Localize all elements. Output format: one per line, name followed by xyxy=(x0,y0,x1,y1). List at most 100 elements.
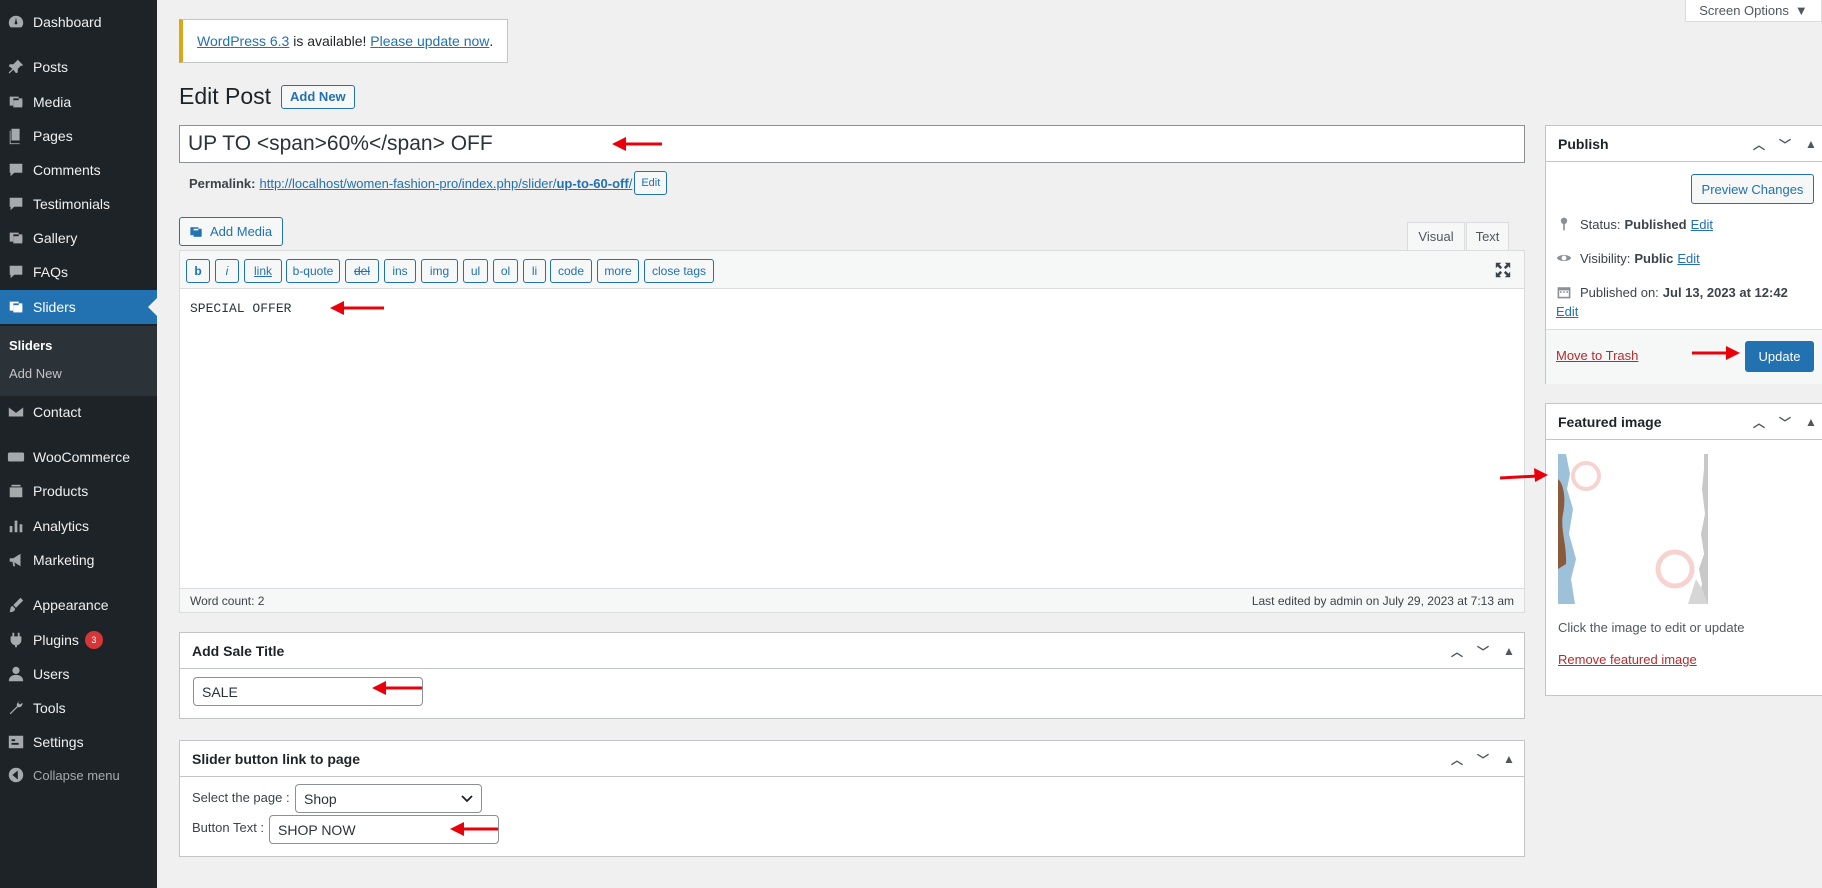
menu-plugins[interactable]: Plugins 3 xyxy=(0,623,157,657)
move-down-icon[interactable]: ﹀ xyxy=(1776,413,1794,431)
submenu-sliders[interactable]: Sliders xyxy=(9,338,52,353)
toggle-panel-icon[interactable]: ▲ xyxy=(1500,642,1518,660)
edit-status-link[interactable]: Edit xyxy=(1691,217,1713,232)
menu-appearance[interactable]: Appearance xyxy=(0,588,157,622)
menu-label: Media xyxy=(33,94,72,110)
add-new-button[interactable]: Add New xyxy=(281,84,355,109)
edit-visibility-link[interactable]: Edit xyxy=(1677,251,1699,266)
post-status-row: Status: Published Edit xyxy=(1556,216,1713,232)
menu-label: Comments xyxy=(33,162,101,178)
published-value: Jul 13, 2023 at 12:42 xyxy=(1662,284,1788,300)
permalink-link[interactable]: http://localhost/women-fashion-pro/index… xyxy=(259,176,632,191)
annotation-arrow xyxy=(372,681,422,695)
qt-ins-button[interactable]: ins xyxy=(384,259,416,283)
qt-close-tags-button[interactable]: close tags xyxy=(644,259,714,283)
qt-ul-button[interactable]: ul xyxy=(463,259,488,283)
menu-analytics[interactable]: Analytics xyxy=(0,509,157,543)
key-pin-icon xyxy=(1560,217,1568,231)
edit-date-link[interactable]: Edit xyxy=(1556,304,1578,319)
move-down-icon[interactable]: ﹀ xyxy=(1776,135,1794,153)
visibility-row: Visibility: Public Edit xyxy=(1556,250,1700,266)
menu-woocommerce[interactable]: WooCommerce xyxy=(0,440,157,474)
qt-li-button[interactable]: li xyxy=(523,259,546,283)
toggle-panel-icon[interactable]: ▲ xyxy=(1500,750,1518,768)
slider-button-header: Slider button link to page ︿ ﹀ ▲ xyxy=(180,741,1524,777)
menu-tools[interactable]: Tools xyxy=(0,691,157,725)
menu-label: Sliders xyxy=(33,299,76,315)
wordpress-version-link[interactable]: WordPress 6.3 xyxy=(197,33,289,49)
qt-img-button[interactable]: img xyxy=(421,259,458,283)
menu-testimonials[interactable]: Testimonials xyxy=(0,187,157,221)
editor-content[interactable]: SPECIAL OFFER xyxy=(190,301,291,316)
dashboard-icon xyxy=(6,12,26,32)
qt-bold-button[interactable]: b xyxy=(186,259,210,283)
menu-media[interactable]: Media xyxy=(0,85,157,119)
qt-bquote-button[interactable]: b-quote xyxy=(286,259,340,283)
update-now-link[interactable]: Please update now xyxy=(370,33,489,49)
move-to-trash-link[interactable]: Move to Trash xyxy=(1556,348,1638,363)
calendar-icon xyxy=(1557,287,1571,299)
qt-ol-button[interactable]: ol xyxy=(493,259,518,283)
annotation-arrow xyxy=(1692,346,1740,360)
tab-visual[interactable]: Visual xyxy=(1407,222,1465,251)
qt-code-button[interactable]: code xyxy=(550,259,592,283)
move-up-icon[interactable]: ︿ xyxy=(1448,750,1466,768)
add-media-label: Add Media xyxy=(210,224,273,239)
woo-icon xyxy=(6,447,26,467)
move-up-icon[interactable]: ︿ xyxy=(1750,135,1768,153)
menu-products[interactable]: Products xyxy=(0,474,157,508)
remove-featured-image-link[interactable]: Remove featured image xyxy=(1558,652,1697,667)
menu-contact[interactable]: Contact xyxy=(0,395,157,429)
menu-settings[interactable]: Settings xyxy=(0,725,157,759)
menu-label: Users xyxy=(33,666,70,682)
tab-text[interactable]: Text xyxy=(1466,222,1509,251)
menu-posts[interactable]: Posts xyxy=(0,50,157,84)
menu-users[interactable]: Users xyxy=(0,657,157,691)
preview-changes-button[interactable]: Preview Changes xyxy=(1691,174,1814,204)
admin-sidebar: Dashboard Posts Media Pages Comments Tes… xyxy=(0,0,157,888)
qt-more-button[interactable]: more xyxy=(597,259,639,283)
plugins-update-badge: 3 xyxy=(84,631,103,649)
move-down-icon[interactable]: ﹀ xyxy=(1474,642,1492,660)
settings-icon xyxy=(6,732,26,752)
qt-italic-button[interactable]: i xyxy=(215,259,239,283)
qt-link-button[interactable]: link xyxy=(244,259,282,283)
move-down-icon[interactable]: ﹀ xyxy=(1474,750,1492,768)
toggle-panel-icon[interactable]: ▲ xyxy=(1802,413,1820,431)
screen-options-label: Screen Options xyxy=(1699,2,1789,18)
featured-image-thumbnail[interactable] xyxy=(1558,454,1708,604)
fullscreen-icon[interactable] xyxy=(1494,261,1512,279)
menu-comments[interactable]: Comments xyxy=(0,153,157,187)
menu-pages[interactable]: Pages xyxy=(0,119,157,153)
post-title-input[interactable]: UP TO <span>60%</span> OFF xyxy=(179,125,1525,163)
menu-label: Dashboard xyxy=(33,14,102,30)
gallery-icon xyxy=(6,228,26,248)
move-up-icon[interactable]: ︿ xyxy=(1750,413,1768,431)
submenu-add-new[interactable]: Add New xyxy=(9,366,62,381)
move-up-icon[interactable]: ︿ xyxy=(1448,642,1466,660)
qt-del-button[interactable]: del xyxy=(345,259,379,283)
update-button[interactable]: Update xyxy=(1745,341,1814,372)
permalink-edit-button[interactable]: Edit xyxy=(634,171,668,195)
menu-gallery[interactable]: Gallery xyxy=(0,221,157,255)
add-media-button[interactable]: Add Media xyxy=(179,217,283,246)
toggle-panel-icon[interactable]: ▲ xyxy=(1802,135,1820,153)
screen-options-button[interactable]: Screen Options ▼ xyxy=(1685,0,1822,22)
menu-dashboard[interactable]: Dashboard xyxy=(0,5,157,39)
featured-image-box: Featured image ︿ ﹀ ▲ Click the image to … xyxy=(1545,403,1822,696)
word-count: Word count: 2 xyxy=(190,593,265,608)
pages-icon xyxy=(6,126,26,146)
sale-title-heading: Add Sale Title xyxy=(192,642,285,659)
sale-title-box: Add Sale Title ︿ ﹀ ▲ SALE xyxy=(179,632,1525,719)
menu-faqs[interactable]: FAQs xyxy=(0,255,157,289)
publish-header: Publish ︿ ﹀ ▲ xyxy=(1546,126,1822,162)
collapse-menu-button[interactable]: Collapse menu xyxy=(0,758,157,792)
eye-icon xyxy=(1556,255,1572,261)
button-text-label: Button Text : xyxy=(192,820,265,835)
page-select[interactable]: Shop xyxy=(295,784,482,813)
menu-sliders[interactable]: Sliders xyxy=(0,290,157,324)
status-label: Status: xyxy=(1580,216,1621,232)
menu-marketing[interactable]: Marketing xyxy=(0,543,157,577)
caret-down-icon: ▼ xyxy=(1794,2,1808,18)
menu-label: Marketing xyxy=(33,552,95,568)
